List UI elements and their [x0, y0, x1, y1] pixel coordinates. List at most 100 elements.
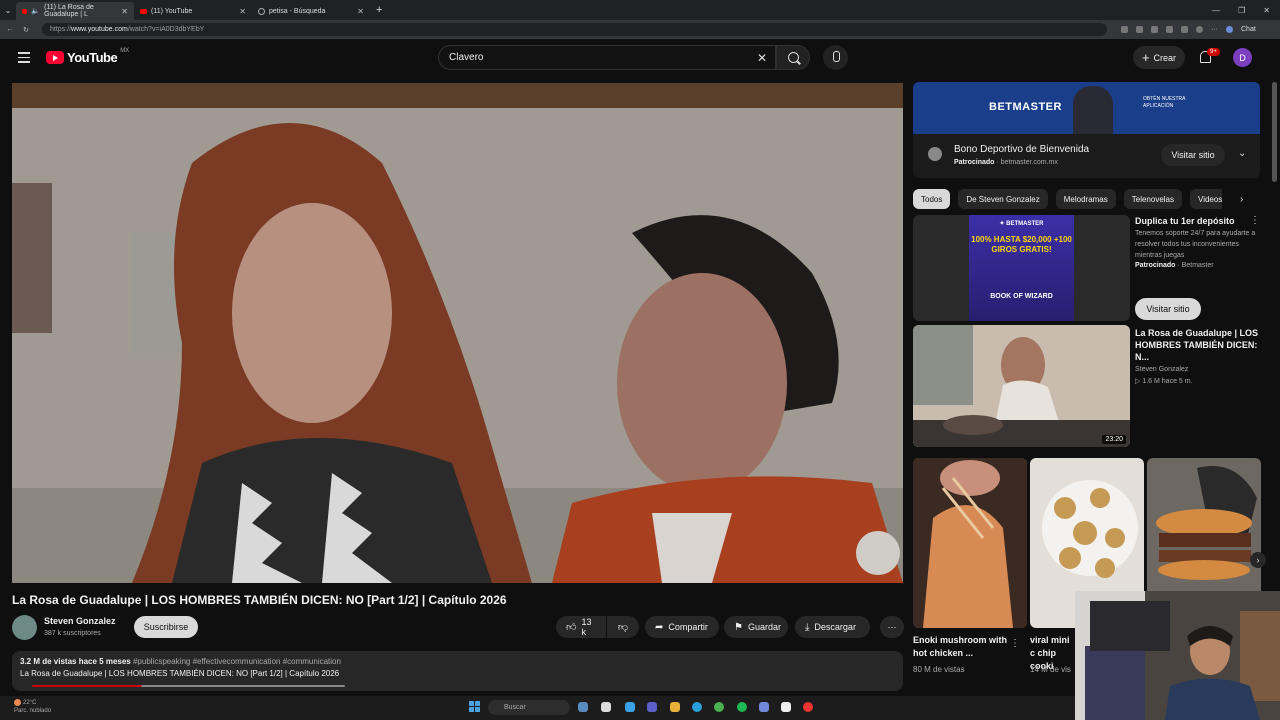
app-icon[interactable] [781, 702, 791, 712]
search-button[interactable] [776, 45, 810, 70]
hamburger-menu-icon[interactable] [18, 52, 30, 66]
sponsored-ad-card[interactable]: ✦ BETMASTER 100% HASTA $20,000 +100 GIRO… [913, 215, 1130, 321]
weather-widget[interactable]: 22°C Parc. nublado [14, 699, 51, 715]
short-thumbnail-1[interactable] [913, 458, 1027, 628]
favorite-icon[interactable] [1151, 26, 1158, 33]
minimize-icon[interactable]: — [1212, 6, 1220, 15]
close-window-icon[interactable]: ✕ [1263, 6, 1270, 15]
clear-search-icon[interactable]: ✕ [757, 51, 767, 65]
account-avatar[interactable]: D [1233, 48, 1252, 67]
more-vertical-icon[interactable]: ⋮ [1250, 215, 1260, 226]
task-view-icon[interactable] [578, 702, 588, 712]
tab-label: (11) YouTube [151, 7, 193, 15]
chat-label[interactable]: Chat [1241, 26, 1256, 33]
teams-icon[interactable] [647, 702, 657, 712]
like-button[interactable]: 👍︎ 13 k [556, 616, 606, 638]
channel-name[interactable]: Steven Gonzalez [44, 616, 116, 626]
reload-icon[interactable]: ↻ [20, 26, 32, 34]
window-controls: — ❐ ✕ [1212, 0, 1280, 20]
close-tab-icon[interactable]: ✕ [239, 7, 246, 16]
chevron-right-icon[interactable]: › [1240, 194, 1243, 205]
profile-icon[interactable] [1196, 26, 1203, 33]
url-field[interactable]: https://www.youtube.com/watch?v=iA0D3dbY… [42, 23, 1107, 36]
chip-telenovelas[interactable]: Telenovelas [1123, 189, 1182, 209]
copilot-app-icon[interactable] [625, 702, 635, 712]
discord-icon[interactable] [759, 702, 769, 712]
tab-busqueda[interactable]: petisa - Búsqueda ✕ [252, 2, 370, 20]
chrome-icon[interactable] [714, 702, 724, 712]
chip-videos[interactable]: Videos [1190, 189, 1223, 209]
ad-card-visit-button[interactable]: Visitar sitio [1135, 298, 1201, 320]
taskbar-search[interactable]: Buscar [488, 700, 570, 715]
more-vertical-icon[interactable]: ⋮ [1010, 638, 1020, 649]
extension-icon[interactable] [1166, 26, 1173, 33]
tab-list-icon[interactable]: ⌄ [0, 6, 16, 15]
weather-icon [14, 699, 21, 706]
voice-search-icon[interactable] [823, 45, 848, 70]
ad-image-game: BOOK OF WIZARD [990, 293, 1053, 300]
banner-ad[interactable]: BETMASTER OBTÉN NUESTRA APLICACIÓN [913, 82, 1260, 134]
tab-youtube[interactable]: (11) YouTube ✕ [134, 2, 252, 20]
chip-de-steven-gonzalez[interactable]: De Steven Gonzalez [958, 189, 1048, 209]
ad-card-title[interactable]: Duplica tu 1er depósito [1135, 216, 1265, 226]
back-icon[interactable]: ← [4, 26, 16, 33]
recommended-text: La Rosa de Guadalupe | LOS HOMBRES TAMBI… [1135, 327, 1265, 385]
filter-chips: Todos De Steven Gonzalez Melodramas Tele… [913, 189, 1223, 209]
recommended-channel[interactable]: Steven Gonzalez [1135, 366, 1265, 373]
chip-melodramas[interactable]: Melodramas [1055, 189, 1116, 209]
more-actions-button[interactable]: ··· [880, 616, 904, 638]
spotify-icon[interactable] [737, 702, 747, 712]
tab-la-rosa[interactable]: 🔈 (11) La Rosa de Guadalupe | L ✕ [16, 2, 134, 20]
thumbs-up-icon: 👍︎ [566, 622, 577, 633]
advertiser-name: · Betmaster [1177, 262, 1214, 269]
youtube-favicon-icon [140, 8, 147, 14]
ad-info-panel: Bono Deportivo de Bienvenida Patrocinado… [913, 134, 1260, 178]
recommended-thumbnail[interactable]: 23:20 [913, 325, 1130, 447]
speaker-icon[interactable]: 🔈 [31, 7, 40, 15]
youtube-logo[interactable]: YouTube MX [46, 48, 129, 65]
ad-card-sponsor: Patrocinado · Betmaster [1135, 262, 1265, 269]
close-tab-icon[interactable]: ✕ [357, 7, 364, 16]
duration-badge: 23:20 [1102, 435, 1126, 444]
share-button[interactable]: ➦ Compartir [645, 616, 719, 638]
tab-label: petisa - Búsqueda [269, 7, 326, 15]
video-player[interactable] [12, 83, 903, 583]
video-frame [12, 83, 903, 583]
chevron-down-icon[interactable]: ⌄ [1238, 148, 1246, 159]
save-button[interactable]: ⚑ Guardar [724, 616, 788, 638]
windows-start-icon[interactable] [469, 701, 480, 712]
youtube-favicon-icon [22, 8, 28, 14]
banner-tagline: OBTÉN NUESTRA APLICACIÓN [1143, 96, 1186, 109]
more-icon[interactable]: ··· [1211, 26, 1218, 33]
youtube-play-icon [46, 51, 64, 64]
new-tab-icon[interactable]: + [376, 4, 382, 16]
short-title[interactable]: Enoki mushroom with hot chicken ... [913, 634, 1013, 660]
widgets-icon[interactable] [601, 702, 611, 712]
channel-avatar[interactable] [12, 615, 37, 640]
hashtags[interactable]: #publicspeaking #effectivecommunication … [133, 657, 341, 666]
dislike-button[interactable]: 👎︎ [607, 616, 639, 638]
thumbnail-image [913, 325, 1130, 447]
scrollbar[interactable] [1272, 82, 1277, 182]
zoom-icon[interactable] [1136, 26, 1143, 33]
recommended-title[interactable]: La Rosa de Guadalupe | LOS HOMBRES TAMBI… [1135, 327, 1265, 363]
reader-icon[interactable] [1121, 26, 1128, 33]
create-button[interactable]: + Crear [1133, 46, 1185, 69]
close-tab-icon[interactable]: ✕ [121, 7, 128, 16]
ad-sponsor-line: Patrocinado · betmaster.com.mx [954, 159, 1058, 166]
short-views: 14 M de vis [1030, 665, 1071, 674]
visit-site-button[interactable]: Visitar sitio [1161, 144, 1225, 166]
search-input[interactable]: Clavero ✕ [438, 45, 776, 70]
shorts-next-icon[interactable]: › [1250, 552, 1266, 568]
edge-icon[interactable] [692, 702, 702, 712]
copilot-icon[interactable] [1226, 26, 1233, 33]
chip-todos[interactable]: Todos [913, 189, 951, 209]
subscribe-button[interactable]: Suscribirse [134, 616, 198, 638]
maximize-icon[interactable]: ❐ [1238, 6, 1245, 15]
obs-icon[interactable] [803, 702, 813, 712]
collections-icon[interactable] [1181, 26, 1188, 33]
ad-card-body: Tenemos soporte 24/7 para ayudarte a res… [1135, 230, 1256, 259]
file-explorer-icon[interactable] [670, 702, 680, 712]
taskbar-search-label: Buscar [504, 704, 526, 711]
download-button[interactable]: ⤓ Descargar [795, 616, 870, 638]
